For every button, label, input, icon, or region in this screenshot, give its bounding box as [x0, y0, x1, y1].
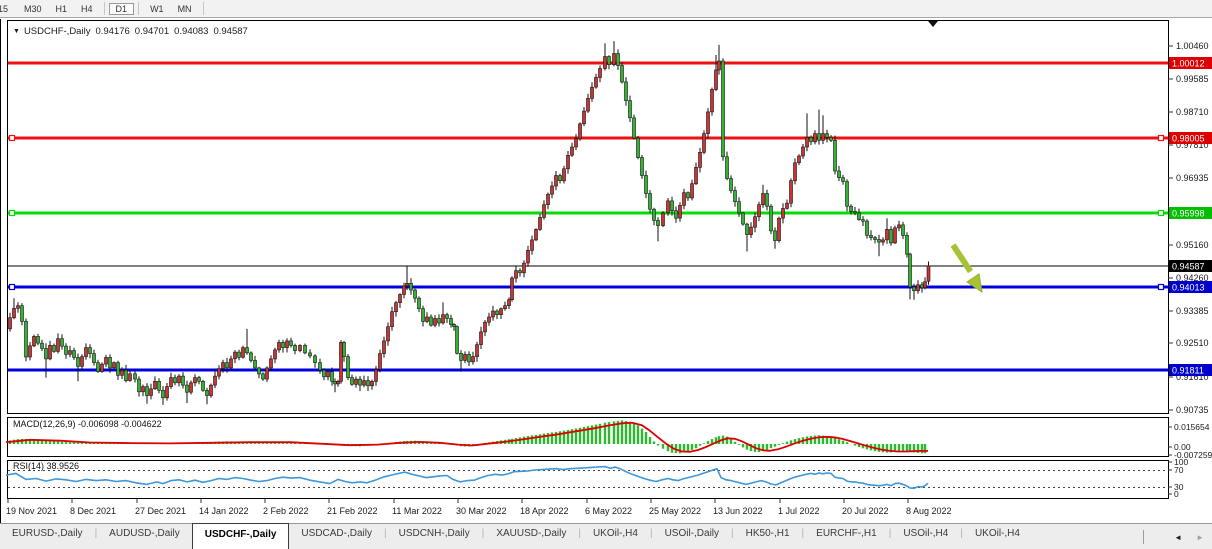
price-tick-label: 0.95160: [1176, 240, 1209, 250]
main-panel[interactable]: [8, 21, 1169, 414]
macd-name: MACD(12,26,9): [13, 419, 76, 429]
svg-text:0.91811: 0.91811: [1172, 366, 1204, 376]
price-tick-label: 0.99585: [1176, 74, 1209, 84]
chart-area[interactable]: 1.004600.995850.987100.978100.969350.951…: [0, 18, 1212, 523]
date-tick-label: 27 Dec 2021: [135, 506, 186, 516]
quote-open: 0.94176: [95, 26, 129, 37]
price-tick-label: 1.00460: [1176, 41, 1209, 51]
date-tick-label: 11 Mar 2022: [392, 506, 442, 516]
symbol-tab-audusddaily[interactable]: AUDUSD-,Daily: [97, 524, 192, 549]
svg-text:0.94587: 0.94587: [1172, 262, 1205, 272]
symbol-tab-usdcaddaily[interactable]: USDCAD-,Daily: [289, 524, 384, 549]
date-tick-label: 20 Jul 2022: [842, 506, 889, 516]
rsi-value: 38.9526: [47, 461, 80, 471]
hline-handle[interactable]: [1159, 136, 1164, 141]
svg-text:0: 0: [1174, 489, 1179, 499]
date-tick-label: 13 Jun 2022: [713, 506, 763, 516]
date-tick-label: 25 May 2022: [649, 506, 701, 516]
date-tick-label: 30 Mar 2022: [456, 506, 507, 516]
symbol-tab-ukoilh4[interactable]: UKOil-,H4: [581, 524, 650, 549]
macd-values: -0.006098 -0.004622: [78, 419, 162, 429]
symbol-tab-usdchfdaily[interactable]: USDCHF-,Daily: [192, 523, 290, 549]
timeframe-toolbar: 15M30H1H4 D1 W1MN: [0, 0, 1212, 18]
svg-text:0.015654: 0.015654: [1174, 422, 1210, 432]
price-tick-label: 0.93385: [1176, 306, 1209, 316]
price-tick-label: 0.92510: [1176, 338, 1209, 348]
tab-scroll-left-icon[interactable]: ◄: [1174, 533, 1182, 542]
timeframe-button-m30[interactable]: M30: [17, 3, 49, 15]
price-tick-label: 0.98710: [1176, 107, 1209, 117]
symbol-tab-eurusddaily[interactable]: EURUSD-,Daily: [0, 524, 95, 549]
hline-handle[interactable]: [10, 136, 15, 141]
price-tick-label: 0.90735: [1176, 405, 1209, 415]
hline-handle[interactable]: [1159, 285, 1164, 290]
symbol-tab-usoildaily[interactable]: USOil-,Daily: [653, 524, 731, 549]
tab-scroll-right-icon[interactable]: ►: [1196, 533, 1204, 542]
symbol-tab-usdcnhdaily[interactable]: USDCNH-,Daily: [387, 524, 482, 549]
timeframe-button-h1[interactable]: H1: [49, 3, 75, 15]
svg-text:70: 70: [1174, 465, 1184, 475]
date-tick-label: 2 Feb 2022: [263, 506, 309, 516]
hline-handle[interactable]: [10, 285, 15, 290]
date-tick-label: 1 Jul 2022: [778, 506, 820, 516]
toolbar-separator: [138, 2, 139, 15]
rsi-indicator-label: RSI(14) 38.9526: [13, 461, 79, 471]
quote-high: 0.94701: [135, 26, 169, 37]
symbol-tab-bar: EURUSD-,Daily|AUDUSD-,DailyUSDCHF-,Daily…: [0, 523, 1212, 549]
svg-text:0.95998: 0.95998: [1172, 209, 1205, 219]
date-tick-label: 18 Apr 2022: [520, 506, 569, 516]
date-tick-label: 21 Feb 2022: [327, 506, 378, 516]
date-tick-label: 8 Dec 2021: [70, 506, 116, 516]
chart-symbol-label: USDCHF-,Daily: [24, 26, 91, 37]
macd-indicator-label: MACD(12,26,9) -0.006098 -0.004622: [13, 419, 162, 429]
rsi-panel[interactable]: [8, 461, 1169, 499]
timeframe-button-w1[interactable]: W1: [143, 3, 171, 15]
date-tick-label: 8 Aug 2022: [906, 506, 952, 516]
rsi-name: RSI(14): [13, 461, 44, 471]
chart-title: ▼ USDCHF-,Daily 0.94176 0.94701 0.94083 0.945…: [13, 26, 248, 37]
symbol-tab-ukoilh4[interactable]: UKOil-,H4: [963, 524, 1032, 549]
hline-handle[interactable]: [1159, 211, 1164, 216]
date-tick-label: 6 May 2022: [585, 506, 632, 516]
tab-scroll-divider: [1143, 530, 1144, 544]
symbol-tab-usoilh4[interactable]: USOil-,H4: [891, 524, 960, 549]
symbol-tab-hk50h1[interactable]: HK50-,H1: [734, 524, 802, 549]
timeframe-button-d1[interactable]: D1: [109, 3, 135, 15]
svg-text:0.94013: 0.94013: [1172, 283, 1205, 293]
symbol-tab-eurchfh1[interactable]: EURCHF-,H1: [804, 524, 889, 549]
timeframe-button-15[interactable]: 15: [0, 3, 17, 15]
hline-handle[interactable]: [10, 211, 15, 216]
svg-text:0.98005: 0.98005: [1172, 134, 1205, 144]
symbol-tab-xauusddaily[interactable]: XAUUSD-,Daily: [484, 524, 578, 549]
quote-low: 0.94083: [174, 26, 208, 37]
date-tick-label: 19 Nov 2021: [6, 506, 57, 516]
svg-text:1.00012: 1.00012: [1172, 59, 1205, 69]
timeframe-button-h4[interactable]: H4: [74, 3, 100, 15]
quote-close: 0.94587: [213, 26, 247, 37]
toolbar-separator: [203, 2, 204, 15]
timeframe-button-mn[interactable]: MN: [171, 3, 199, 15]
date-tick-label: 14 Jan 2022: [199, 506, 249, 516]
tab-scroll-controls: ◄►: [1143, 524, 1212, 549]
mt4-workspace: 15M30H1H4 D1 W1MN 1.00460 0.99585 0.98710 0.9…: [0, 0, 1212, 549]
price-tick-label: 0.96935: [1176, 173, 1209, 183]
toolbar-separator: [104, 2, 105, 15]
chart-dropdown-icon[interactable]: ▼: [13, 28, 20, 35]
